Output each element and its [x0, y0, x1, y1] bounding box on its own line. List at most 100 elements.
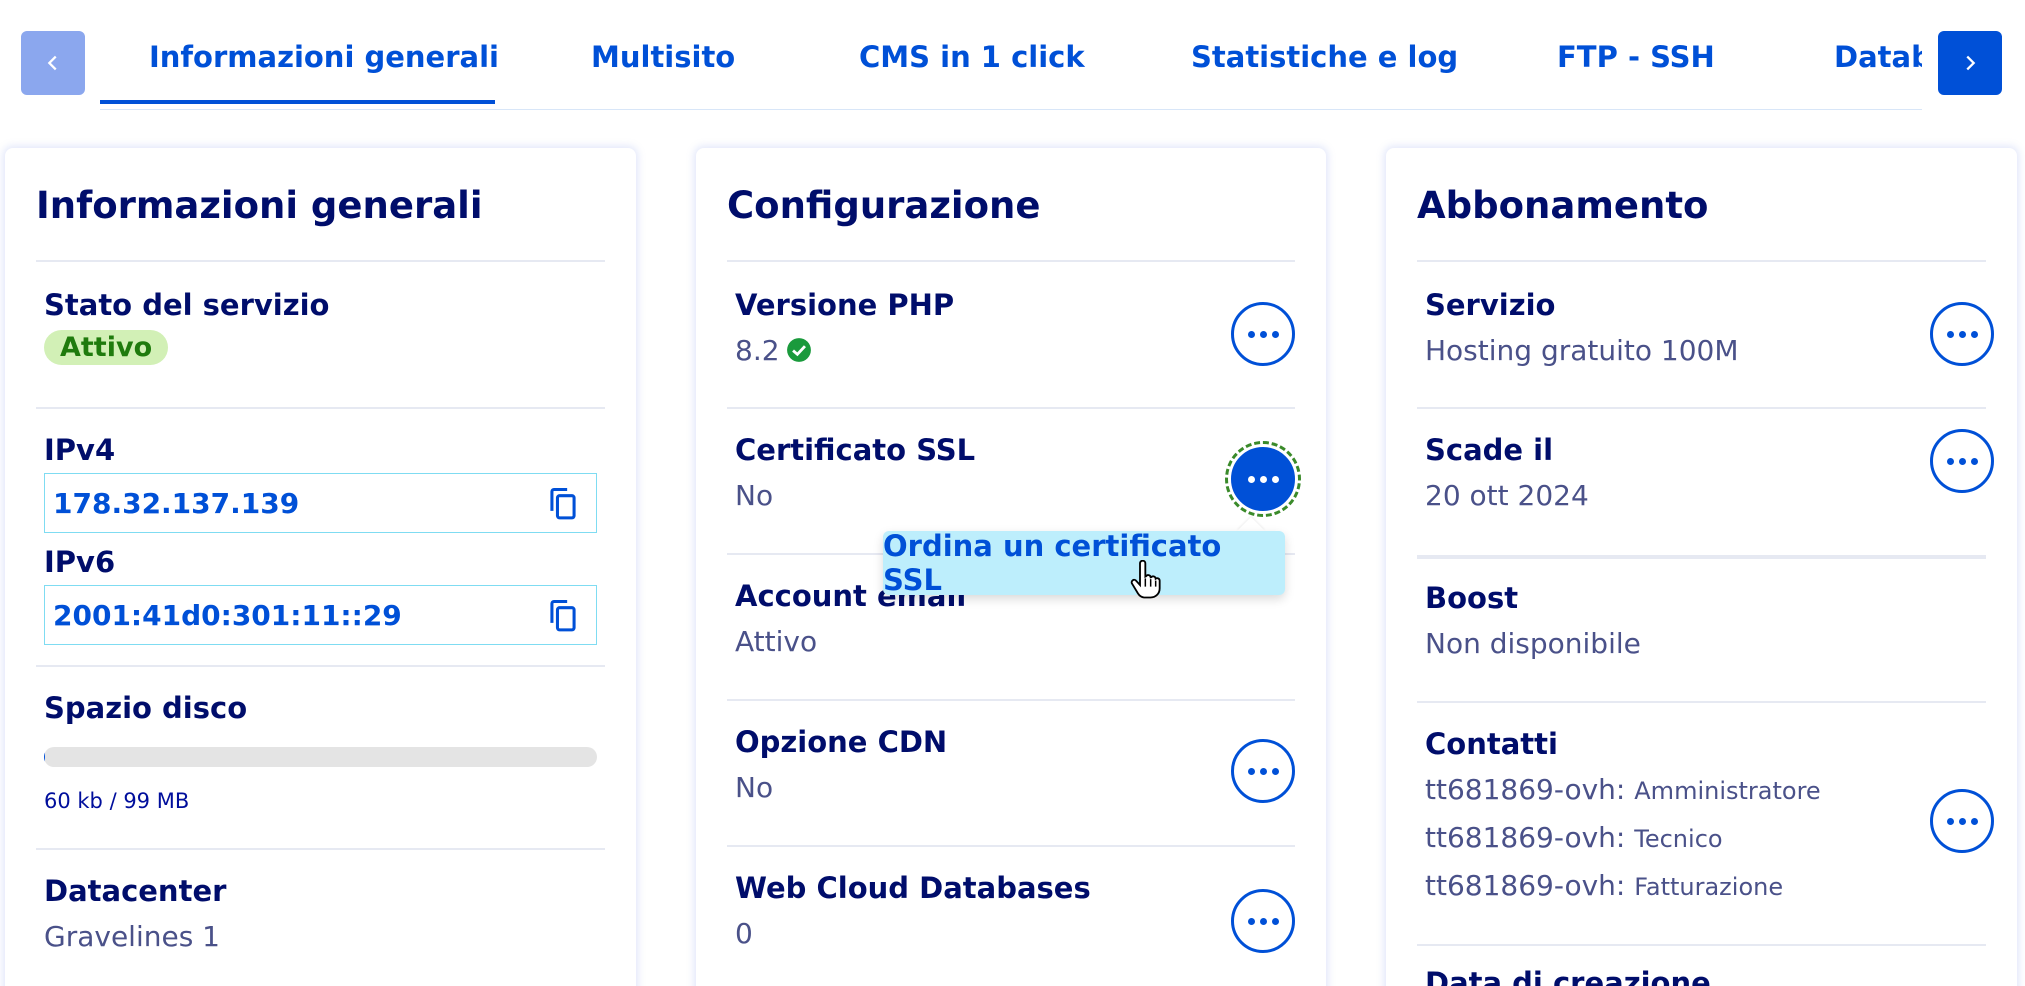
- more-dot: [1247, 475, 1255, 483]
- cdn-label: Opzione CDN: [735, 725, 948, 759]
- expiry-more-button[interactable]: [1930, 429, 1994, 493]
- more-dot: [1958, 457, 1966, 465]
- boost-row: Boost Non disponibile: [1417, 555, 1986, 701]
- contact-item: tt681869-ovh: Amministratore: [1425, 773, 1821, 806]
- more-dot: [1247, 917, 1255, 925]
- service-row: Servizio Hosting gratuito 100M: [1417, 260, 1994, 407]
- disk-usage-text: 60 kb / 99 MB: [44, 789, 190, 813]
- php-value: 8.2: [735, 334, 780, 367]
- php-value-wrap: 8.2: [735, 334, 812, 367]
- ssl-label: Certificato SSL: [735, 433, 976, 467]
- hand-pointer-icon: [1130, 560, 1161, 599]
- more-dot: [1970, 817, 1978, 825]
- contact-account: tt681869-ovh:: [1425, 869, 1626, 902]
- webcloud-row: Web Cloud Databases 0: [727, 845, 1295, 986]
- more-dot: [1946, 330, 1954, 338]
- ssl-value: No: [735, 479, 774, 512]
- more-dot: [1970, 457, 1978, 465]
- webcloud-more-button[interactable]: [1231, 889, 1295, 953]
- check-circle-icon: [786, 338, 811, 362]
- tab-database[interactable]: Database: [1834, 40, 1922, 74]
- ipv6-field[interactable]: 2001:41d0:301:11::29: [44, 585, 597, 645]
- contact-role: Fatturazione: [1634, 873, 1784, 901]
- tab-informazioni-generali[interactable]: Informazioni generali: [149, 40, 499, 74]
- service-label: Servizio: [1425, 288, 1556, 322]
- expiry-row: Scade il 20 ott 2024: [1417, 407, 1994, 555]
- subscription-card: Abbonamento Servizio Hosting gratuito 10…: [1386, 148, 2017, 986]
- tabs-prev-button[interactable]: [21, 31, 85, 95]
- php-row: Versione PHP 8.2: [727, 260, 1295, 407]
- more-dot: [1259, 475, 1267, 483]
- contact-account: tt681869-ovh:: [1425, 821, 1626, 854]
- cdn-value: No: [735, 771, 774, 804]
- disk-row: Spazio disco 60 kb / 99 MB: [36, 665, 605, 848]
- contacts-more-button[interactable]: [1930, 789, 1994, 853]
- contact-item: tt681869-ovh: Fatturazione: [1425, 869, 1783, 902]
- more-dot: [1958, 330, 1966, 338]
- php-more-button[interactable]: [1231, 302, 1295, 366]
- ip-row: IPv4 178.32.137.139 IPv6 2001:41d0:301:1…: [36, 407, 605, 665]
- tabs-next-button[interactable]: [1938, 31, 2002, 95]
- ssl-more-button[interactable]: [1225, 441, 1301, 517]
- tab-multisito[interactable]: Multisito: [591, 40, 735, 74]
- contact-account: tt681869-ovh:: [1425, 773, 1626, 806]
- ipv6-value: 2001:41d0:301:11::29: [53, 598, 402, 632]
- copy-icon[interactable]: [546, 598, 580, 634]
- boost-value: Non disponibile: [1425, 627, 1641, 660]
- more-dot: [1946, 457, 1954, 465]
- more-dot: [1958, 817, 1966, 825]
- disk-label: Spazio disco: [44, 691, 248, 725]
- general-info-card: Informazioni generali Stato del servizio…: [5, 148, 636, 986]
- creation-row: Data di creazione: [1417, 944, 1986, 986]
- expiry-value: 20 ott 2024: [1425, 479, 1589, 512]
- more-dot: [1247, 767, 1255, 775]
- status-badge: Attivo: [44, 330, 169, 365]
- general-info-title: Informazioni generali: [36, 184, 483, 227]
- datacenter-row: Datacenter Gravelines 1: [36, 848, 605, 986]
- contact-item: tt681869-ovh: Tecnico: [1425, 821, 1723, 854]
- service-state-label: Stato del servizio: [44, 288, 330, 322]
- php-label: Versione PHP: [735, 288, 955, 322]
- more-dot: [1271, 330, 1279, 338]
- more-dot: [1247, 330, 1255, 338]
- ipv6-label: IPv6: [44, 545, 116, 579]
- datacenter-label: Datacenter: [44, 874, 227, 908]
- tab-ftp-ssh[interactable]: FTP - SSH: [1557, 40, 1715, 74]
- expiry-label: Scade il: [1425, 433, 1554, 467]
- disk-progress-bar: [44, 747, 597, 767]
- tab-bar: Informazioni generali Multisito CMS in 1…: [0, 0, 2025, 110]
- more-dot: [1271, 475, 1279, 483]
- more-dot: [1946, 817, 1954, 825]
- webcloud-value: 0: [735, 917, 753, 950]
- tab-cms[interactable]: CMS in 1 click: [859, 40, 1085, 74]
- email-value: Attivo: [735, 625, 818, 658]
- more-dot: [1259, 767, 1267, 775]
- more-dot: [1259, 917, 1267, 925]
- service-state-row: Stato del servizio Attivo: [36, 260, 605, 407]
- contact-role: Tecnico: [1634, 825, 1723, 853]
- subscription-title: Abbonamento: [1417, 184, 1709, 227]
- webcloud-label: Web Cloud Databases: [735, 871, 1091, 905]
- boost-label: Boost: [1425, 581, 1519, 615]
- service-value: Hosting gratuito 100M: [1425, 334, 1739, 367]
- service-more-button[interactable]: [1930, 302, 1994, 366]
- cdn-more-button[interactable]: [1231, 739, 1295, 803]
- contact-role: Amministratore: [1634, 777, 1821, 805]
- order-ssl-tooltip[interactable]: Ordina un certificato SSL: [883, 529, 1285, 597]
- more-dot: [1970, 330, 1978, 338]
- more-dot: [1259, 330, 1267, 338]
- more-dot: [1271, 917, 1279, 925]
- ipv4-field[interactable]: 178.32.137.139: [44, 473, 597, 533]
- ipv4-value: 178.32.137.139: [53, 486, 300, 520]
- more-dot: [1271, 767, 1279, 775]
- datacenter-value: Gravelines 1: [44, 920, 220, 953]
- cdn-row: Opzione CDN No: [727, 699, 1295, 845]
- contacts-label: Contatti: [1425, 727, 1558, 761]
- chevron-right-icon: [1966, 55, 1976, 71]
- configuration-title: Configurazione: [727, 184, 1041, 227]
- tab-strip: Informazioni generali Multisito CMS in 1…: [100, 0, 1922, 110]
- copy-icon[interactable]: [546, 486, 580, 522]
- active-tab-indicator: [100, 100, 495, 104]
- tab-statistiche[interactable]: Statistiche e log: [1191, 40, 1458, 74]
- chevron-left-icon: [47, 55, 57, 71]
